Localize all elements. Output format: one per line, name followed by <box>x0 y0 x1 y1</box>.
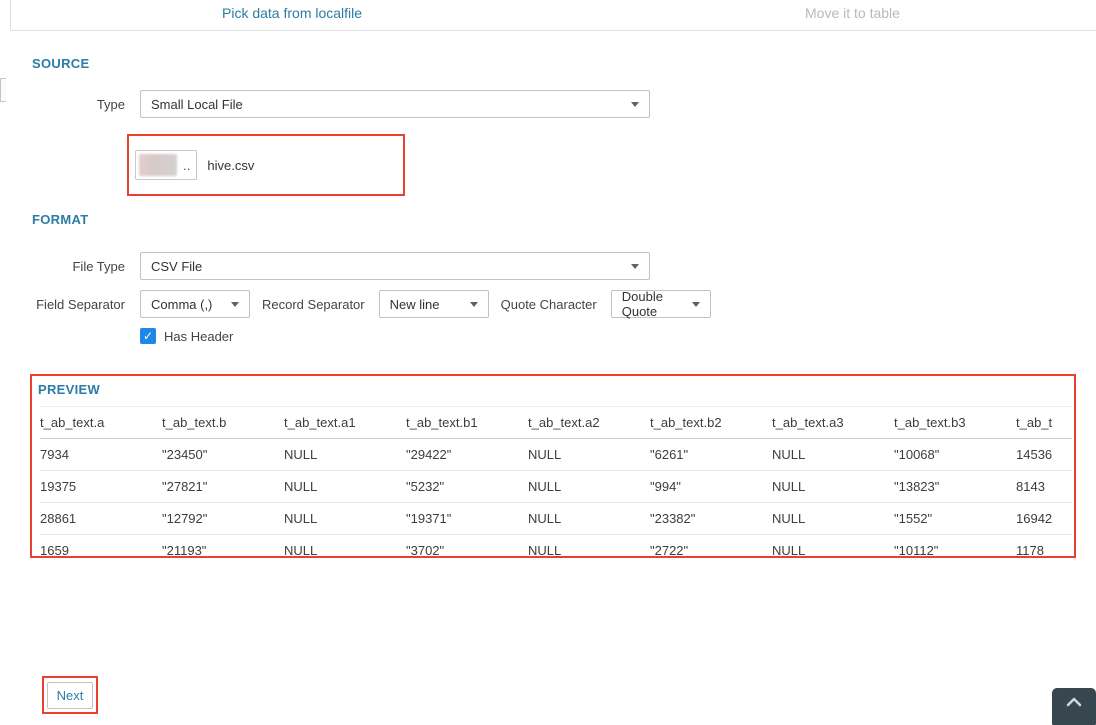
check-icon: ✓ <box>143 330 153 342</box>
table-cell: "13823" <box>894 471 1016 503</box>
table-cell: NULL <box>284 503 406 535</box>
next-button[interactable]: Next <box>47 682 94 709</box>
table-cell: "10112" <box>894 535 1016 557</box>
column-header: t_ab_text.b2 <box>650 407 772 439</box>
type-row: Type Small Local File <box>0 90 650 118</box>
file-type-select-value: CSV File <box>151 259 202 274</box>
column-header: t_ab_text.b <box>162 407 284 439</box>
chevron-down-icon <box>470 302 478 307</box>
table-cell: 28861 <box>40 503 162 535</box>
table-cell: 8143 <box>1016 471 1072 503</box>
table-cell: NULL <box>284 439 406 471</box>
table-cell: "5232" <box>406 471 528 503</box>
source-heading: SOURCE <box>32 56 89 71</box>
column-header: t_ab_text.a3 <box>772 407 894 439</box>
import-wizard-page: Pick data from localfile Move it to tabl… <box>0 0 1096 725</box>
table-cell: "23382" <box>650 503 772 535</box>
selected-file-name: hive.csv <box>207 158 254 173</box>
preview-heading: PREVIEW <box>38 382 100 397</box>
table-cell: NULL <box>772 535 894 557</box>
table-cell: "10068" <box>894 439 1016 471</box>
table-cell: "27821" <box>162 471 284 503</box>
table-row: 1659"21193"NULL"3702"NULL"2722"NULL"1011… <box>40 535 1072 557</box>
field-separator-select[interactable]: Comma (,) <box>140 290 250 318</box>
table-cell: "12792" <box>162 503 284 535</box>
preview-table-container: t_ab_text.at_ab_text.bt_ab_text.a1t_ab_t… <box>40 406 1072 556</box>
chevron-down-icon <box>631 102 639 107</box>
column-header: t_ab_text.b3 <box>894 407 1016 439</box>
table-cell: "6261" <box>650 439 772 471</box>
has-header-label: Has Header <box>164 329 233 344</box>
table-row: 19375"27821"NULL"5232"NULL"994"NULL"1382… <box>40 471 1072 503</box>
chevron-down-icon <box>631 264 639 269</box>
scroll-to-top-button[interactable] <box>1052 688 1096 725</box>
table-cell: "1552" <box>894 503 1016 535</box>
file-browse-label: .. <box>183 158 190 173</box>
quote-character-value: Double Quote <box>622 289 680 319</box>
type-select[interactable]: Small Local File <box>140 90 650 118</box>
has-header-checkbox[interactable]: ✓ <box>140 328 156 344</box>
table-cell: NULL <box>284 535 406 557</box>
column-header: t_ab_text.a1 <box>284 407 406 439</box>
chevron-down-icon <box>231 302 239 307</box>
quote-character-select[interactable]: Double Quote <box>611 290 711 318</box>
step-pick-data-from-localfile[interactable]: Pick data from localfile <box>222 5 362 21</box>
format-heading: FORMAT <box>32 212 88 227</box>
table-cell: NULL <box>528 503 650 535</box>
field-separator-value: Comma (,) <box>151 297 212 312</box>
column-header: t_ab_text.a2 <box>528 407 650 439</box>
table-cell: 1659 <box>40 535 162 557</box>
file-chooser-annotation-box: .. hive.csv <box>127 134 405 196</box>
table-cell: 7934 <box>40 439 162 471</box>
table-cell: NULL <box>528 439 650 471</box>
table-cell: NULL <box>772 503 894 535</box>
file-thumbnail <box>139 154 177 176</box>
table-cell: NULL <box>772 471 894 503</box>
record-separator-label: Record Separator <box>262 297 365 312</box>
table-cell: NULL <box>772 439 894 471</box>
table-cell: NULL <box>284 471 406 503</box>
type-select-value: Small Local File <box>151 97 243 112</box>
chevron-up-icon <box>1066 697 1082 707</box>
record-separator-value: New line <box>390 297 440 312</box>
file-type-select[interactable]: CSV File <box>140 252 650 280</box>
separators-row: Field Separator Comma (,) Record Separat… <box>0 290 711 318</box>
chevron-down-icon <box>692 302 700 307</box>
preview-table: t_ab_text.at_ab_text.bt_ab_text.a1t_ab_t… <box>40 406 1072 556</box>
table-cell: 14536 <box>1016 439 1072 471</box>
column-header: t_ab_t <box>1016 407 1072 439</box>
preview-header-row: t_ab_text.at_ab_text.bt_ab_text.a1t_ab_t… <box>40 407 1072 439</box>
file-type-row: File Type CSV File <box>0 252 650 280</box>
table-cell: NULL <box>528 535 650 557</box>
next-button-annotation-box: Next <box>42 676 98 714</box>
table-cell: 16942 <box>1016 503 1072 535</box>
table-row: 28861"12792"NULL"19371"NULL"23382"NULL"1… <box>40 503 1072 535</box>
table-cell: "3702" <box>406 535 528 557</box>
field-separator-label: Field Separator <box>0 297 125 312</box>
column-header: t_ab_text.a <box>40 407 162 439</box>
table-cell: "21193" <box>162 535 284 557</box>
table-cell: "994" <box>650 471 772 503</box>
preview-table-body: 7934"23450"NULL"29422"NULL"6261"NULL"100… <box>40 439 1072 557</box>
table-cell: NULL <box>528 471 650 503</box>
column-header: t_ab_text.b1 <box>406 407 528 439</box>
record-separator-select[interactable]: New line <box>379 290 489 318</box>
file-type-label: File Type <box>0 259 125 274</box>
table-cell: 1178 <box>1016 535 1072 557</box>
header-divider <box>10 30 1096 31</box>
has-header-row[interactable]: ✓ Has Header <box>140 328 233 344</box>
type-label: Type <box>0 97 125 112</box>
table-cell: "23450" <box>162 439 284 471</box>
file-select-button[interactable]: .. <box>135 150 197 180</box>
table-cell: "19371" <box>406 503 528 535</box>
table-row: 7934"23450"NULL"29422"NULL"6261"NULL"100… <box>40 439 1072 471</box>
table-cell: "2722" <box>650 535 772 557</box>
step-move-it-to-table[interactable]: Move it to table <box>805 5 900 21</box>
quote-character-label: Quote Character <box>501 297 597 312</box>
table-cell: "29422" <box>406 439 528 471</box>
left-panel-edge <box>10 0 11 30</box>
table-cell: 19375 <box>40 471 162 503</box>
